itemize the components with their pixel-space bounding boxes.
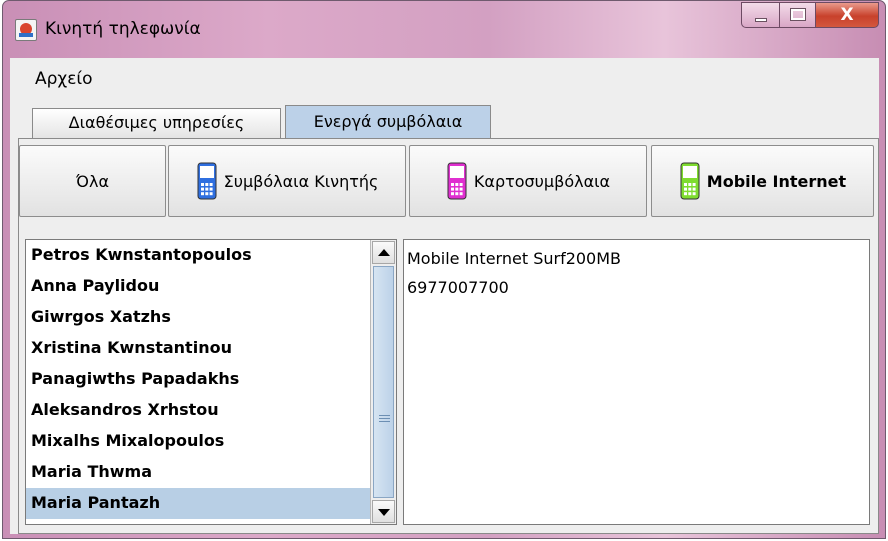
list-item[interactable]: Aleksandros Xrhstou [26, 395, 396, 426]
tab-active-contracts[interactable]: Ενεργά συμβόλαια [285, 105, 491, 138]
menu-bar: Αρχείο [10, 58, 879, 100]
list-item[interactable]: Anna Paylidou [26, 271, 396, 302]
close-icon: X [840, 5, 854, 25]
mobile-phone-magenta-icon [447, 162, 467, 200]
active-contracts-panel: Όλα Συμβόλαια Κινητής Καρτοσυμβόλαια Mob… [18, 138, 879, 534]
contract-details-area[interactable]: Mobile Internet Surf200MB 6977007700 [403, 239, 870, 525]
mobile-phone-blue-icon [197, 162, 217, 200]
filter-all-button[interactable]: Όλα [19, 145, 166, 217]
customer-list-scrollbar[interactable] [370, 240, 396, 524]
list-item[interactable]: Panagiwths Papadakhs [26, 364, 396, 395]
title-bar[interactable]: Κινητή τηλεφωνία X [3, 1, 885, 57]
maximize-icon [790, 8, 806, 21]
tab-bar: Διαθέσιμες υπηρεσίες Ενεργά συμβόλαια [10, 100, 879, 138]
mobile-phone-green-icon [680, 162, 700, 200]
list-item[interactable]: Maria Pantazh [26, 488, 396, 519]
list-item[interactable]: Mixalhs Mixalopoulos [26, 426, 396, 457]
application-window: Κινητή τηλεφωνία X Αρχείο Διαθέσιμες υπη… [2, 0, 886, 539]
filter-mobile-contracts-label: Συμβόλαια Κινητής [223, 171, 379, 191]
client-area: Αρχείο Διαθέσιμες υπηρεσίες Ενεργά συμβό… [10, 58, 879, 534]
close-button[interactable]: X [815, 2, 879, 28]
filter-button-row: Όλα Συμβόλαια Κινητής Καρτοσυμβόλαια Mob… [19, 145, 878, 217]
list-item[interactable]: Petros Kwnstantopoulos [26, 240, 396, 271]
scroll-grip-icon [379, 415, 390, 424]
maximize-button[interactable] [779, 2, 815, 28]
contract-plan: Mobile Internet Surf200MB [407, 249, 622, 268]
scroll-thumb[interactable] [373, 266, 394, 498]
java-app-icon[interactable] [15, 19, 37, 41]
list-item[interactable]: Xristina Kwnstantinou [26, 333, 396, 364]
contract-number: 6977007700 [407, 278, 509, 297]
filter-prepaid-contracts-label: Καρτοσυμβόλαια [473, 171, 611, 191]
minimize-icon [755, 18, 767, 22]
list-item[interactable]: Giwrgos Xatzhs [26, 302, 396, 333]
filter-prepaid-contracts-button[interactable]: Καρτοσυμβόλαια [409, 145, 647, 217]
list-item[interactable]: Maria Thwma [26, 457, 396, 488]
customer-list[interactable]: Petros Kwnstantopoulos Anna Paylidou Giwrg… [25, 239, 397, 525]
minimize-button[interactable] [741, 2, 779, 28]
filter-mobile-internet-label: Mobile Internet [706, 171, 847, 191]
customer-list-items: Petros Kwnstantopoulos Anna Paylidou Giwrg… [26, 240, 396, 519]
filter-all-label: Όλα [75, 171, 109, 191]
scroll-up-arrow-icon[interactable] [372, 241, 395, 264]
tab-available-services[interactable]: Διαθέσιμες υπηρεσίες [32, 108, 281, 138]
window-controls: X [741, 2, 879, 28]
menu-file[interactable]: Αρχείο [35, 69, 93, 89]
filter-mobile-internet-button[interactable]: Mobile Internet [651, 145, 874, 217]
window-title: Κινητή τηλεφωνία [45, 19, 201, 39]
scroll-down-arrow-icon[interactable] [372, 500, 395, 523]
filter-mobile-contracts-button[interactable]: Συμβόλαια Κινητής [168, 145, 406, 217]
